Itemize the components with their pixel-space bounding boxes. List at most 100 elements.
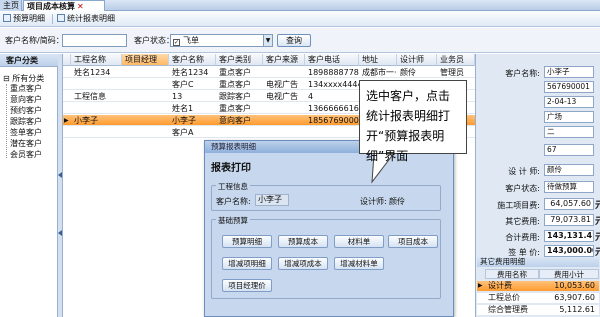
status-label: 客户状态:: [505, 184, 540, 193]
print-report-button[interactable]: 统计报表明细: [57, 13, 115, 25]
column-header[interactable]: 客户来源: [263, 54, 305, 66]
budget-report-dialog: 预算报表明细 报表打印 工程信息 客户名称: 小李子 设计师: 颜伶 基础预算 …: [204, 140, 454, 317]
table-cell: 小李子: [172, 116, 196, 125]
table-cell: 客户A: [172, 128, 194, 137]
tree-item[interactable]: 意向客户: [10, 95, 42, 105]
table-cell: 18988887780: [308, 68, 359, 77]
change-detail-button[interactable]: 增减项明细: [222, 257, 272, 270]
table-cell: 重点客户: [219, 68, 251, 77]
budget-detail-label: 预算明细: [13, 14, 45, 23]
column-header[interactable]: 工程名称: [71, 54, 122, 66]
customer-name-field[interactable]: 小李子: [255, 194, 289, 206]
material-list-button[interactable]: 材料单: [334, 235, 384, 248]
tree-item[interactable]: 预约客户: [10, 106, 42, 116]
table-cell: 姓名1234: [172, 68, 209, 77]
search-bar: 客户名称/简码： 客户状态： ✓ 飞单 ▼ 查询: [0, 28, 600, 53]
table-cell: 跟踪客户: [219, 92, 251, 101]
table-cell: 1366666616: [308, 104, 359, 113]
tab-label: 项目成本核算: [27, 2, 75, 11]
customer-status-label: 客户状态：: [134, 36, 174, 45]
chevron-down-icon[interactable]: ▼: [263, 35, 272, 46]
area-field-2[interactable]: 67: [544, 144, 594, 156]
status-field[interactable]: 待做预算: [544, 181, 594, 193]
fee-amount: 5,112.61: [559, 305, 595, 314]
table-row[interactable]: 姓名1234 姓名1234 重点客户 18988887780 成都市一·4 颜伶…: [63, 67, 475, 78]
unit-label: 元: [595, 217, 600, 227]
collapse-icon[interactable]: ⊟: [3, 74, 10, 83]
fee-amount: 10,053.60: [554, 281, 595, 290]
query-button[interactable]: 查询: [277, 34, 311, 47]
construction-fee-label: 施工项目费:: [497, 201, 540, 210]
date-field[interactable]: 2-04-13: [544, 96, 594, 108]
tree-item[interactable]: 重点客户: [10, 84, 42, 94]
collapse-left-icon[interactable]: [58, 230, 62, 236]
table-cell: 重点客户: [219, 80, 251, 89]
source-field[interactable]: 广场: [544, 111, 594, 123]
change-material-button[interactable]: 增减材料单: [334, 257, 384, 270]
area-field[interactable]: 二: [544, 126, 594, 138]
total-fee-field[interactable]: 143,131.41: [544, 230, 594, 242]
other-fee-row-selected[interactable]: ▶ 设计费 10,053.60: [477, 281, 599, 291]
budget-cost-button[interactable]: 预算成本: [278, 235, 328, 248]
change-cost-button[interactable]: 增减项成本: [278, 257, 328, 270]
unit-label: 元: [595, 201, 600, 211]
toolbar-divider: [52, 14, 53, 24]
column-header[interactable]: 地址: [359, 54, 397, 66]
row-header-corner: [63, 54, 71, 66]
table-cell: 颜伶: [400, 68, 416, 77]
customer-status-select[interactable]: ✓ 飞单 ▼: [170, 34, 273, 47]
column-header[interactable]: 业务员: [437, 54, 475, 66]
table-cell: 电视广告: [266, 80, 298, 89]
other-fee-row[interactable]: 综合管理费 5,112.61: [477, 305, 599, 315]
table-cell: 4: [308, 92, 314, 101]
column-header[interactable]: 客户名称: [169, 54, 216, 66]
construction-fee-field[interactable]: 64,057.60: [544, 198, 594, 210]
other-fee-row[interactable]: 工程总价 63,907.60: [477, 293, 599, 303]
table-cell: 成都市一·4: [362, 68, 397, 77]
column-header[interactable]: 项目经理: [122, 54, 169, 66]
column-header[interactable]: 客户类别: [216, 54, 263, 66]
customer-name-input[interactable]: [62, 34, 127, 47]
table-cell: 意向客户: [219, 116, 251, 125]
grid-icon: [3, 14, 11, 22]
sign-price-field[interactable]: 143,000.00: [544, 245, 594, 257]
designer-label: 设计师:: [360, 197, 387, 206]
unit-label: 元: [595, 233, 600, 243]
collapse-left-icon[interactable]: [58, 172, 62, 178]
report-icon: [57, 14, 65, 22]
other-fee-field[interactable]: 79,073.81: [544, 214, 594, 226]
group-title: 基础预算: [216, 215, 250, 226]
tree-root[interactable]: ⊟ 所有分类: [3, 74, 44, 84]
budget-detail-button[interactable]: 预算明细: [222, 235, 272, 248]
fee-name: 设计费: [488, 281, 512, 290]
instruction-callout: 选中客户，点击统计报表明细打开“预算报表明细”界面: [359, 80, 467, 163]
basic-budget-group: 基础预算 预算明细 预算成本 材料单 项目成本 增减项明细 增减项成本 增减材料…: [211, 215, 441, 299]
column-header[interactable]: 客户电话: [305, 54, 359, 66]
column-header[interactable]: 费用名称: [485, 269, 539, 279]
table-cell: 13: [172, 92, 183, 101]
project-cost-button[interactable]: 项目成本: [388, 235, 438, 248]
checkbox-icon[interactable]: ✓: [173, 39, 180, 46]
tree-item[interactable]: 会员客户: [10, 150, 42, 160]
tab-project-cost[interactable]: 项目成本核算 ✕: [23, 0, 105, 11]
budget-detail-button[interactable]: 预算明细: [3, 13, 45, 25]
project-info-group: 工程信息 客户名称: 小李子 设计师: 颜伶: [211, 181, 441, 211]
customer-name-label: 客户名称:: [505, 69, 540, 78]
column-header[interactable]: 费用小计: [539, 269, 599, 279]
row-marker-icon: ▶: [64, 117, 69, 124]
manager-price-button[interactable]: 项目经理价: [222, 279, 272, 292]
customer-name-field[interactable]: 小李子: [544, 66, 594, 78]
fee-name: 综合管理费: [488, 305, 528, 314]
designer-field[interactable]: 颜伶: [544, 164, 594, 176]
tree-item[interactable]: 潜在客户: [10, 139, 42, 149]
tab-strip: 主页 项目成本核算 ✕: [0, 0, 600, 11]
tree-item[interactable]: 跟踪客户: [10, 117, 42, 127]
column-header[interactable]: 设计师: [397, 54, 437, 66]
phone-field[interactable]: 567690001: [544, 81, 594, 93]
group-title: 工程信息: [216, 181, 250, 192]
tree-root-label: 所有分类: [12, 74, 45, 83]
total-fee-label: 合计费用:: [505, 233, 540, 242]
close-icon[interactable]: ✕: [77, 2, 84, 11]
tab-home[interactable]: 主页: [0, 0, 22, 11]
tree-item[interactable]: 签单客户: [10, 128, 42, 138]
